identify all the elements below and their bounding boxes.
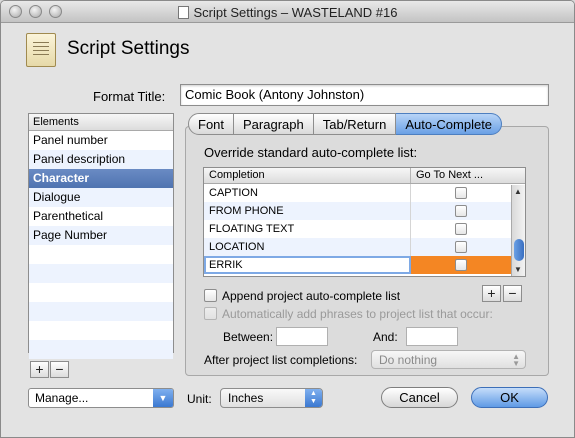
unit-popup[interactable]: Inches ▲ ▼	[220, 388, 323, 408]
elements-list[interactable]: Elements Panel number Panel description …	[28, 113, 174, 359]
document-icon	[177, 6, 189, 19]
after-completions-label: After project list completions:	[204, 353, 358, 367]
ok-button[interactable]: OK	[471, 387, 548, 408]
popup-updown-icon: ▲ ▼	[305, 389, 322, 407]
tab-font[interactable]: Font	[188, 113, 235, 135]
completion-table[interactable]: Completion Go To Next ... CAPTION FROM P…	[203, 167, 526, 277]
manage-combo[interactable]: Manage... ▼	[28, 388, 174, 408]
empty-row	[29, 283, 173, 302]
scroll-up-icon[interactable]: ▲	[514, 187, 522, 196]
go-to-next-column-header[interactable]: Go To Next ...	[411, 168, 511, 183]
script-settings-icon	[26, 33, 56, 67]
popup-updown-icon: ▲ ▼	[512, 352, 520, 368]
elements-item-character[interactable]: Character	[29, 169, 173, 188]
go-to-next-checkbox[interactable]	[455, 187, 467, 199]
go-to-next-checkbox[interactable]	[455, 205, 467, 217]
empty-row	[29, 321, 173, 340]
after-completions-value: Do nothing	[379, 353, 438, 367]
scroll-thumb[interactable]	[514, 239, 524, 261]
table-row[interactable]: FLOATING TEXT	[204, 220, 525, 238]
tab-auto-complete[interactable]: Auto-Complete	[396, 113, 503, 135]
remove-element-button[interactable]: −	[50, 361, 69, 378]
elements-item-panel-description[interactable]: Panel description	[29, 150, 173, 169]
remove-completion-button[interactable]: −	[503, 285, 522, 302]
go-to-next-cell	[411, 184, 511, 202]
override-label: Override standard auto-complete list:	[204, 145, 418, 160]
between-label: Between:	[223, 330, 274, 344]
table-row[interactable]: LOCATION	[204, 238, 525, 256]
completion-cell[interactable]: FLOATING TEXT	[204, 220, 411, 238]
completion-cell[interactable]: CAPTION	[204, 184, 411, 202]
elements-item-page-number[interactable]: Page Number	[29, 226, 173, 245]
empty-row	[29, 340, 173, 359]
completion-edit-field[interactable]: ERRIK	[204, 256, 411, 274]
format-title-label: Format Title:	[93, 89, 166, 104]
completion-column-header[interactable]: Completion	[204, 168, 411, 183]
cancel-button[interactable]: Cancel	[381, 387, 458, 408]
after-completions-popup[interactable]: Do nothing ▲ ▼	[371, 350, 526, 369]
between-field[interactable]	[276, 327, 328, 346]
go-to-next-cell	[411, 238, 511, 256]
and-label: And:	[373, 330, 398, 344]
empty-row	[29, 302, 173, 321]
add-element-button[interactable]: +	[30, 361, 49, 378]
window-title: Script Settings – WASTELAND #16	[1, 5, 574, 20]
format-title-field[interactable]: Comic Book (Antony Johnston)	[180, 84, 549, 106]
auto-add-phrases-label: Automatically add phrases to project lis…	[222, 307, 493, 321]
go-to-next-checkbox[interactable]	[455, 259, 467, 271]
go-to-next-cell	[411, 202, 511, 220]
go-to-next-checkbox[interactable]	[455, 223, 467, 235]
append-project-list-label: Append project auto-complete list	[222, 289, 401, 303]
tab-tab-return[interactable]: Tab/Return	[313, 113, 397, 135]
table-row-editing[interactable]: ERRIK	[204, 256, 525, 274]
elements-item-parenthetical[interactable]: Parenthetical	[29, 207, 173, 226]
settings-tabs: Font Paragraph Tab/Return Auto-Complete	[188, 113, 503, 135]
elements-item-panel-number[interactable]: Panel number	[29, 131, 173, 150]
script-settings-window: Script Settings – WASTELAND #16 Script S…	[0, 0, 575, 438]
table-scrollbar[interactable]: ▲ ▼	[511, 185, 525, 276]
empty-row	[29, 245, 173, 264]
go-to-next-checkbox[interactable]	[455, 241, 467, 253]
table-row[interactable]: CAPTION	[204, 184, 525, 202]
go-to-next-cell	[411, 220, 511, 238]
go-to-next-cell	[411, 256, 511, 274]
completion-cell[interactable]: FROM PHONE	[204, 202, 411, 220]
append-project-list-checkbox[interactable]	[204, 289, 217, 302]
title-bar: Script Settings – WASTELAND #16	[1, 1, 574, 23]
add-completion-button[interactable]: +	[482, 285, 501, 302]
table-header: Completion Go To Next ...	[204, 168, 525, 184]
elements-header: Elements	[29, 114, 173, 131]
and-field[interactable]	[406, 327, 458, 346]
tab-paragraph[interactable]: Paragraph	[234, 113, 314, 135]
manage-label: Manage...	[35, 391, 89, 405]
table-row[interactable]: FROM PHONE	[204, 202, 525, 220]
auto-add-phrases-checkbox[interactable]	[204, 307, 217, 320]
chevron-down-icon[interactable]: ▼	[153, 389, 173, 407]
unit-label: Unit:	[187, 392, 212, 406]
elements-item-dialogue[interactable]: Dialogue	[29, 188, 173, 207]
empty-row	[29, 264, 173, 283]
unit-value: Inches	[228, 391, 264, 405]
completion-edit-text: ERRIK	[209, 259, 243, 271]
page-title: Script Settings	[67, 38, 190, 59]
completion-cell[interactable]: LOCATION	[204, 238, 411, 256]
scroll-down-icon[interactable]: ▼	[514, 265, 522, 274]
